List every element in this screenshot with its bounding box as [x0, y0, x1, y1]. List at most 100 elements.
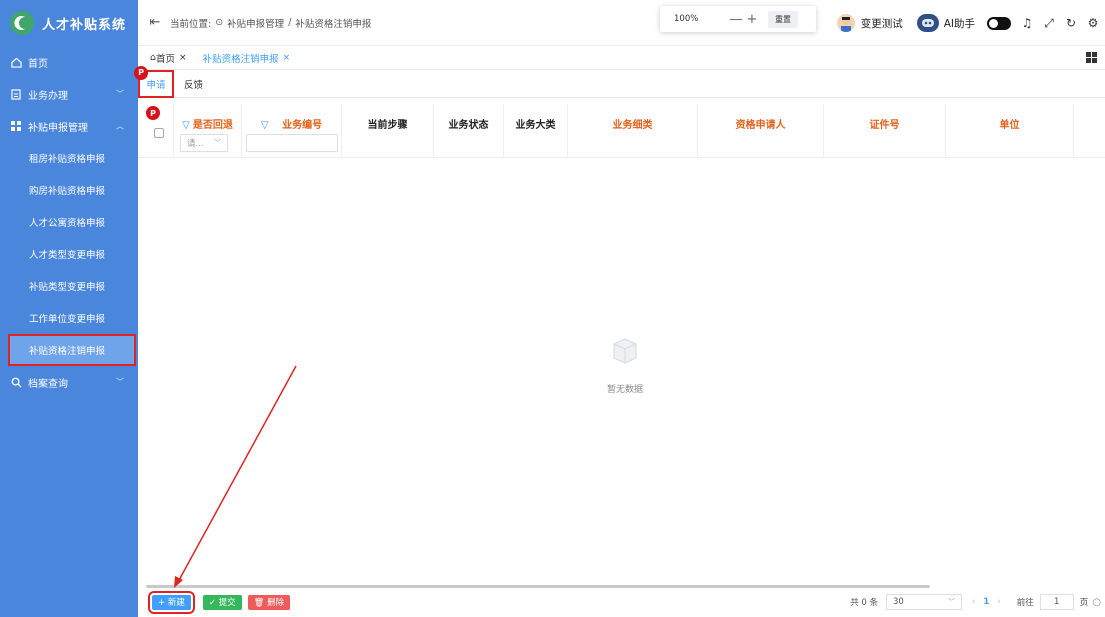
table-footer: + 新建 ✓ 提交 🗑 删除 共 0 条 30 ﹀ ‹ 1 › 前往 1 页 ○ [138, 590, 1105, 614]
column-label: 证件号 [869, 120, 900, 131]
column-label: 是否回退 [192, 120, 233, 131]
prev-page-button[interactable]: ‹ [972, 597, 975, 607]
logo-icon [10, 11, 34, 35]
current-page[interactable]: 1 [983, 597, 989, 607]
column-label: 当前步骤 [367, 120, 408, 131]
bell-icon[interactable]: ♫ [1021, 16, 1033, 30]
sub-tabs: P 申请 反馈 [134, 65, 1105, 98]
breadcrumb: 当前位置: ⊙ 补贴申报管理 / 补贴资格注销申报 [170, 16, 375, 30]
zoom-reset-button[interactable]: 重置 [768, 10, 798, 28]
page-size-select[interactable]: 30 ﹀ [886, 594, 962, 610]
sidebar-sub-cancellation[interactable]: 补贴资格注销申报 [8, 334, 136, 366]
subtab-apply[interactable]: P 申请 [134, 65, 174, 98]
breadcrumb-item[interactable]: 补贴资格注销申报 [295, 16, 371, 30]
sidebar-sub-subsidy-type[interactable]: 补贴类型变更申报 [0, 270, 138, 302]
subtab-feedback[interactable]: 反馈 [184, 70, 203, 98]
column-label: 业务编号 [282, 120, 323, 131]
zoom-in-button[interactable]: + [744, 12, 760, 27]
column-header-step[interactable]: 当前步骤 [342, 104, 434, 158]
pagination: 共 0 条 30 ﹀ ‹ 1 › 前往 1 页 ○ [850, 594, 1101, 610]
total-count: 共 0 条 [850, 598, 878, 608]
chevron-down-icon: ﹀ [116, 377, 124, 387]
filter-icon[interactable]: ▽ [182, 120, 190, 131]
goto-page-input[interactable]: 1 [1039, 594, 1074, 610]
sidebar-item-subsidy-management[interactable]: 补贴申报管理 ︿ [0, 110, 138, 142]
horizontal-scrollbar[interactable] [146, 585, 930, 588]
calendar-icon [10, 88, 22, 100]
collapse-menu-icon[interactable]: ⇤ [148, 15, 162, 30]
tab-label: 首页 [156, 53, 176, 65]
sidebar-item-label: 档案查询 [28, 378, 68, 390]
select-all-checkbox[interactable] [154, 128, 164, 138]
avatar[interactable] [836, 14, 855, 32]
data-table: P ▽ 是否回退 请... ﹀ ▽ 业务编号 当前步骤 业务状态 业务大类 业务细类… [138, 104, 1105, 158]
breadcrumb-separator: / [288, 17, 292, 28]
gear-icon[interactable]: ⚙ [1087, 16, 1099, 30]
page-size-value: 30 [893, 597, 904, 607]
subtab-label: 申请 [146, 79, 166, 91]
fullscreen-icon[interactable]: ⤢ [1043, 16, 1055, 31]
pin-marker-icon: P [134, 65, 148, 80]
refresh-icon[interactable]: ↻ [1065, 16, 1077, 30]
sidebar-item-business[interactable]: 业务办理 ﹀ [0, 78, 138, 110]
sidebar-sub-employer[interactable]: 工作单位变更申报 [0, 302, 138, 334]
breadcrumb-prefix: 当前位置: [170, 18, 212, 30]
column-header-minor[interactable]: 业务细类 [568, 104, 698, 158]
zoom-control: 100% — + 重置 [660, 6, 816, 32]
chevron-down-icon: ﹀ [214, 139, 221, 147]
sidebar-item-label: 首页 [28, 58, 48, 70]
refresh-icon[interactable]: ○ [1092, 597, 1101, 608]
ai-assistant-label[interactable]: AI助手 [944, 16, 975, 31]
filter-icon[interactable]: ▽ [261, 120, 269, 131]
empty-state-text: 暂无数据 [606, 385, 643, 395]
sidebar-sub-rent[interactable]: 租房补贴资格申报 [0, 142, 138, 174]
pin-marker-icon: P [146, 106, 160, 120]
top-header: ⇤ 当前位置: ⊙ 补贴申报管理 / 补贴资格注销申报 100% — + 重置 … [138, 0, 1105, 46]
sidebar-item-archive[interactable]: 档案查询 ﹀ [0, 366, 138, 398]
column-header-unit[interactable]: 单位 [946, 104, 1074, 158]
user-name[interactable]: 变更测试 [861, 16, 903, 31]
close-icon[interactable]: × [179, 53, 187, 63]
add-button[interactable]: + 新建 [148, 590, 195, 614]
goto-label: 前往 [1016, 598, 1034, 608]
empty-box-icon [608, 336, 642, 366]
sidebar-sub-purchase[interactable]: 购房补贴资格申报 [0, 174, 138, 206]
theme-toggle[interactable] [987, 16, 1011, 30]
sidebar-sub-apartment[interactable]: 人才公寓资格申报 [0, 206, 138, 238]
submit-button[interactable]: ✓ 提交 [202, 594, 242, 610]
app-root: 人才补贴系统 首页 业务办理 ﹀ 补贴申报管理 ︿ 租房补贴资格申报 购房补贴资… [0, 0, 1105, 617]
sidebar-item-home[interactable]: 首页 [0, 46, 138, 78]
column-header-return[interactable]: ▽ 是否回退 请... ﹀ [174, 104, 242, 158]
column-header-bizno[interactable]: ▽ 业务编号 [242, 104, 342, 158]
column-header-idno[interactable]: 证件号 [824, 104, 946, 158]
bizno-filter-input[interactable] [246, 134, 338, 152]
app-title: 人才补贴系统 [42, 17, 127, 33]
ai-robot-icon[interactable] [916, 14, 939, 32]
app-logo[interactable]: 人才补贴系统 [0, 0, 138, 46]
tab-cancellation[interactable]: 补贴资格注销申报 × [203, 51, 291, 65]
column-label: 业务大类 [515, 120, 556, 131]
search-icon [10, 376, 22, 388]
column-header-applicant[interactable]: 资格申请人 [698, 104, 824, 158]
tab-home[interactable]: ⌂ 首页 × [150, 51, 187, 65]
column-label: 业务细类 [612, 120, 653, 131]
close-icon[interactable]: × [283, 53, 291, 63]
sidebar-sub-talent-type[interactable]: 人才类型变更申报 [0, 238, 138, 270]
sidebar-item-label: 补贴申报管理 [28, 122, 88, 134]
delete-button[interactable]: 🗑 删除 [247, 594, 291, 610]
chevron-down-icon: ﹀ [948, 598, 955, 606]
page-tabs: ⌂ 首页 × 补贴资格注销申报 × [138, 46, 1105, 70]
select-placeholder: 请... [187, 139, 204, 149]
column-header-major[interactable]: 业务大类 [504, 104, 568, 158]
return-filter-select[interactable]: 请... ﹀ [180, 134, 228, 152]
home-icon [10, 56, 22, 68]
tabs-menu-icon[interactable] [1086, 52, 1097, 63]
column-label: 单位 [999, 120, 1020, 131]
column-label: 业务状态 [448, 120, 489, 131]
next-page-button[interactable]: › [997, 597, 1000, 607]
breadcrumb-item[interactable]: 补贴申报管理 [227, 16, 284, 30]
page-unit-label: 页 [1079, 598, 1089, 608]
column-header-status[interactable]: 业务状态 [434, 104, 504, 158]
sidebar: 人才补贴系统 首页 业务办理 ﹀ 补贴申报管理 ︿ 租房补贴资格申报 购房补贴资… [0, 0, 138, 617]
zoom-out-button[interactable]: — [728, 12, 744, 27]
